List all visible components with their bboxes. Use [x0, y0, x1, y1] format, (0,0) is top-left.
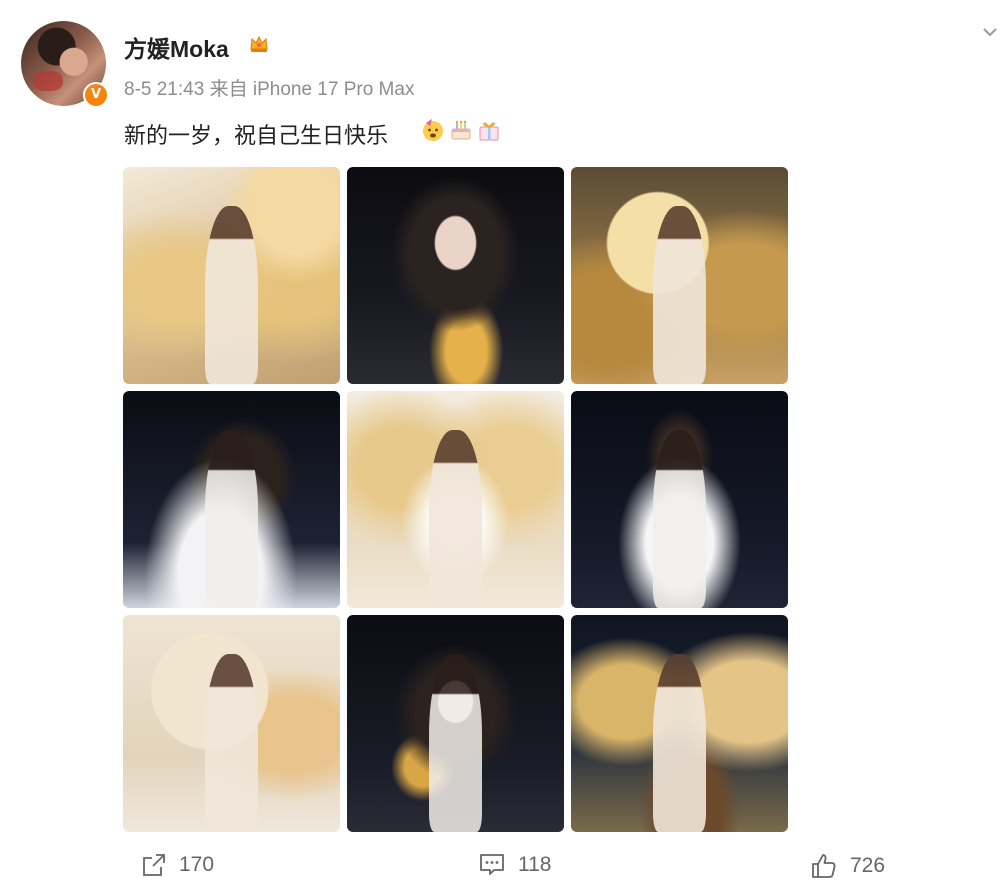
photo-9[interactable]	[571, 615, 788, 832]
photo-2[interactable]	[347, 167, 564, 384]
photo-figure	[205, 206, 258, 384]
chevron-down-icon[interactable]	[980, 22, 1000, 42]
photo-7[interactable]	[123, 615, 340, 832]
party-face-emoji	[423, 119, 443, 141]
crown-icon	[250, 35, 268, 52]
comment-button[interactable]: 118	[478, 852, 551, 878]
username[interactable]: 方媛Moka	[124, 30, 229, 64]
thumbs-up-icon	[812, 854, 836, 878]
share-count: 170	[179, 853, 215, 876]
photo-figure	[653, 430, 706, 608]
birthday-cake-emoji	[451, 120, 471, 140]
photo-figure	[429, 654, 482, 832]
post-text: 新的一岁，祝自己生日快乐	[124, 123, 389, 148]
photo-6[interactable]	[571, 391, 788, 608]
like-count: 726	[850, 854, 886, 877]
share-button[interactable]: 170	[141, 852, 214, 878]
post-source: 来自 iPhone 17 Pro Max	[209, 79, 415, 100]
verified-badge: V	[83, 82, 109, 108]
gift-emoji	[479, 122, 499, 141]
comment-count: 118	[518, 853, 552, 876]
comment-icon	[480, 854, 504, 875]
photo-3[interactable]	[571, 167, 788, 384]
photo-5[interactable]	[347, 391, 564, 608]
photo-grid	[123, 167, 788, 832]
photo-8[interactable]	[347, 615, 564, 832]
photo-figure	[429, 430, 482, 608]
photo-figure	[205, 430, 258, 608]
photo-1[interactable]	[123, 167, 340, 384]
photo-figure	[653, 654, 706, 832]
emoji-row	[420, 117, 502, 143]
photo-figure	[653, 206, 706, 384]
share-icon	[143, 854, 165, 876]
photo-figure	[205, 654, 258, 832]
like-button[interactable]: 726	[810, 852, 885, 880]
photo-4[interactable]	[123, 391, 340, 608]
post-date: 8-5 21:43	[124, 79, 205, 100]
post-meta: 8-5 21:43 来自 iPhone 17 Pro Max	[124, 74, 414, 101]
action-bar: 170 118 726	[0, 852, 1000, 882]
